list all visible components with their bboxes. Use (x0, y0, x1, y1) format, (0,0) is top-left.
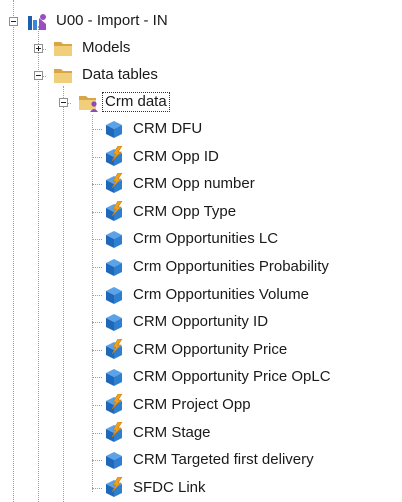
cube-lightning-icon (106, 339, 123, 359)
model-root-icon (28, 14, 46, 30)
tree-guide-line (92, 460, 102, 461)
tree-item-label: CRM Project Opp (133, 396, 251, 413)
tree-item-label: CRM DFU (133, 120, 203, 137)
tree-item-label: CRM Opportunity ID (133, 313, 269, 330)
tree-item-label: CRM Opp ID (133, 148, 219, 165)
tree-item-crm-opportunity-price[interactable]: CRM Opportunity Price (103, 338, 289, 362)
tree-item-crm-project-opp[interactable]: CRM Project Opp (103, 393, 253, 417)
tree-item-label: CRM Targeted first delivery (133, 451, 314, 468)
tree-node-label: Data tables (82, 66, 158, 83)
tree-item-crm-opp-id[interactable]: CRM Opp ID (103, 145, 221, 169)
tree-item-crm-dfu[interactable]: CRM DFU (103, 117, 204, 141)
user-folder-icon (79, 96, 98, 112)
tree-node-models[interactable]: Models (52, 36, 132, 60)
collapse-root-toggle[interactable] (9, 17, 18, 26)
cube-lightning-icon (106, 201, 123, 221)
folder-icon (54, 69, 72, 83)
cube-icon (106, 259, 122, 276)
tree-guide-line (92, 157, 102, 158)
tree-item-crm-opportunities-lc[interactable]: Crm Opportunities LC (103, 227, 280, 251)
cube-lightning-icon (106, 477, 123, 497)
collapse-crm-data-toggle[interactable] (59, 98, 68, 107)
tree-guide-line (92, 322, 102, 323)
tree-guide-line (92, 377, 102, 378)
tree-guide-line (92, 184, 102, 185)
tree-guide-line (92, 350, 102, 351)
cube-lightning-icon (106, 422, 123, 442)
tree-item-label: CRM Opp number (133, 175, 255, 192)
tree-item-crm-targeted-first-delivery[interactable]: CRM Targeted first delivery (103, 448, 316, 472)
cube-icon (106, 287, 122, 304)
tree-item-label: CRM Stage (133, 424, 211, 441)
tree-guide-line (92, 433, 102, 434)
tree-guide-line (92, 212, 102, 213)
tree-guide-line (92, 115, 93, 492)
tree-node-label: Models (82, 39, 131, 56)
tree-item-crm-opportunity-price-oplc[interactable]: CRM Opportunity Price OpLC (103, 365, 333, 389)
cube-icon (106, 121, 122, 138)
tree-guide-line (92, 267, 102, 268)
tree-guide-line (92, 239, 102, 240)
tree-item-label: CRM Opportunity Price (133, 341, 288, 358)
tree-node-label: Crm data (102, 92, 170, 112)
tree-view: U00 - Import - IN Models Data tables Crm… (0, 0, 402, 502)
tree-item-label: SFDC Link (133, 479, 206, 496)
cube-lightning-icon (106, 394, 123, 414)
cube-icon (106, 369, 122, 386)
tree-item-sfdc-link[interactable]: SFDC Link (103, 476, 208, 500)
tree-guide-line (92, 405, 102, 406)
cube-icon (106, 231, 122, 248)
tree-item-label: Crm Opportunities Probability (133, 258, 329, 275)
tree-item-crm-opportunities-volume[interactable]: Crm Opportunities Volume (103, 283, 311, 307)
cube-icon (106, 314, 122, 331)
tree-node-data-tables[interactable]: Data tables (52, 63, 160, 87)
tree-item-crm-opportunities-probability[interactable]: Crm Opportunities Probability (103, 255, 331, 279)
tree-item-label: Crm Opportunities LC (133, 230, 279, 247)
tree-item-crm-opportunity-id[interactable]: CRM Opportunity ID (103, 310, 270, 334)
cube-lightning-icon (106, 146, 123, 166)
tree-item-label: Crm Opportunities Volume (133, 286, 309, 303)
cube-lightning-icon (106, 173, 123, 193)
folder-icon (54, 42, 72, 56)
tree-guide-line (92, 129, 102, 130)
tree-item-label: CRM Opportunity Price OpLC (133, 368, 331, 385)
tree-item-crm-opp-number[interactable]: CRM Opp number (103, 172, 257, 196)
tree-item-label: CRM Opp Type (133, 203, 237, 220)
expand-models-toggle[interactable] (34, 44, 43, 53)
tree-node-label: U00 - Import - IN (56, 12, 168, 29)
tree-guide-line (63, 86, 64, 502)
collapse-data-tables-toggle[interactable] (34, 71, 43, 80)
tree-node-crm-data[interactable]: Crm data (77, 90, 170, 114)
tree-node-root[interactable]: U00 - Import - IN (26, 9, 170, 33)
cube-icon (106, 452, 122, 469)
tree-item-crm-stage[interactable]: CRM Stage (103, 421, 213, 445)
tree-guide-line (92, 295, 102, 296)
tree-guide-line (13, 0, 14, 502)
tree-guide-line (38, 26, 39, 502)
tree-item-crm-opp-type[interactable]: CRM Opp Type (103, 200, 238, 224)
tree-guide-line (92, 488, 102, 489)
